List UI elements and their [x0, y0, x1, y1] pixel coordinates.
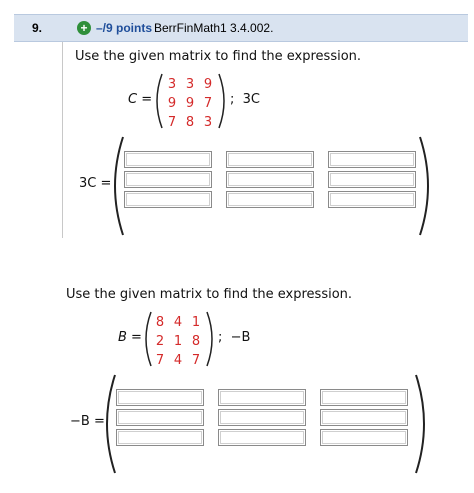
matrix-entry: 9 — [185, 96, 195, 111]
matrix-entry: 8 — [185, 115, 195, 130]
matrix-entry: 1 — [191, 315, 201, 330]
answer-cell[interactable] — [218, 389, 306, 406]
expression-text: −B — [230, 330, 251, 345]
question-number: 9. — [32, 21, 43, 35]
answer-cell[interactable] — [226, 171, 314, 188]
matrix-entry: 3 — [185, 77, 195, 92]
expand-plus-icon[interactable]: + — [77, 21, 91, 35]
answer-cell[interactable] — [218, 429, 306, 446]
matrix-name: B — [118, 330, 127, 345]
matrix-entry: 9 — [167, 96, 177, 111]
problem-2-expression: ; −B — [218, 330, 251, 345]
answer-cell[interactable] — [124, 171, 212, 188]
answer-cell[interactable] — [218, 409, 306, 426]
problem-1-answer-label: 3C = — [79, 176, 112, 191]
answer-cell[interactable] — [328, 171, 416, 188]
problem-1-prompt: Use the given matrix to find the express… — [75, 49, 362, 64]
answer-cell[interactable] — [116, 429, 204, 446]
source-label: BerrFinMath1 3.4.002. — [154, 21, 274, 35]
answer-cell[interactable] — [320, 409, 408, 426]
answer-label-text: −B — [70, 414, 90, 429]
answer-cell[interactable] — [320, 389, 408, 406]
problem-1-expression: ; 3C — [230, 92, 261, 107]
problem-1-answer-grid — [124, 151, 416, 208]
expression-text: 3C — [242, 92, 261, 107]
answer-cell[interactable] — [320, 429, 408, 446]
matrix-entry: 7 — [203, 96, 213, 111]
answer-cell[interactable] — [124, 191, 212, 208]
problem-1-matrix: 3 3 9 9 9 7 7 8 3 — [163, 75, 217, 132]
answer-cell[interactable] — [328, 151, 416, 168]
matrix-entry: 3 — [167, 77, 177, 92]
answer-cell[interactable] — [226, 151, 314, 168]
question-divider — [62, 42, 63, 238]
matrix-entry: 7 — [191, 353, 201, 368]
matrix-entry: 7 — [155, 353, 165, 368]
matrix-entry: 2 — [155, 334, 165, 349]
problem-2-answer-left-paren — [106, 374, 116, 474]
matrix-entry: 7 — [167, 115, 177, 130]
matrix-entry: 8 — [191, 334, 201, 349]
answer-cell[interactable] — [116, 409, 204, 426]
matrix-entry: 4 — [173, 315, 183, 330]
problem-1-answer-right-paren — [419, 136, 429, 236]
matrix-entry: 3 — [203, 115, 213, 130]
answer-cell[interactable] — [328, 191, 416, 208]
problem-2-prompt: Use the given matrix to find the express… — [66, 287, 353, 302]
matrix-entry: 4 — [173, 353, 183, 368]
matrix-entry: 9 — [203, 77, 213, 92]
matrix-name: C — [128, 92, 138, 107]
points-label: –/9 points — [96, 21, 153, 35]
answer-cell[interactable] — [124, 151, 212, 168]
problem-1-answer-left-paren — [114, 136, 124, 236]
problem-2-answer-label: −B = — [70, 414, 105, 429]
answer-cell[interactable] — [116, 389, 204, 406]
answer-label-text: 3C — [79, 176, 97, 191]
matrix-entry: 8 — [155, 315, 165, 330]
answer-cell[interactable] — [226, 191, 314, 208]
matrix-entry: 1 — [173, 334, 183, 349]
problem-2-right-paren — [206, 311, 213, 367]
problem-2-answer-right-paren — [415, 374, 425, 474]
problem-2-matrix: 8 4 1 2 1 8 7 4 7 — [151, 313, 205, 370]
problem-2-matrix-label: B = — [118, 330, 142, 345]
question-header: 9. + –/9 points BerrFinMath1 3.4.002. — [14, 14, 468, 42]
problem-1-matrix-label: C = — [128, 92, 153, 107]
problem-1-right-paren — [218, 73, 225, 129]
problem-2-answer-grid — [116, 389, 408, 446]
